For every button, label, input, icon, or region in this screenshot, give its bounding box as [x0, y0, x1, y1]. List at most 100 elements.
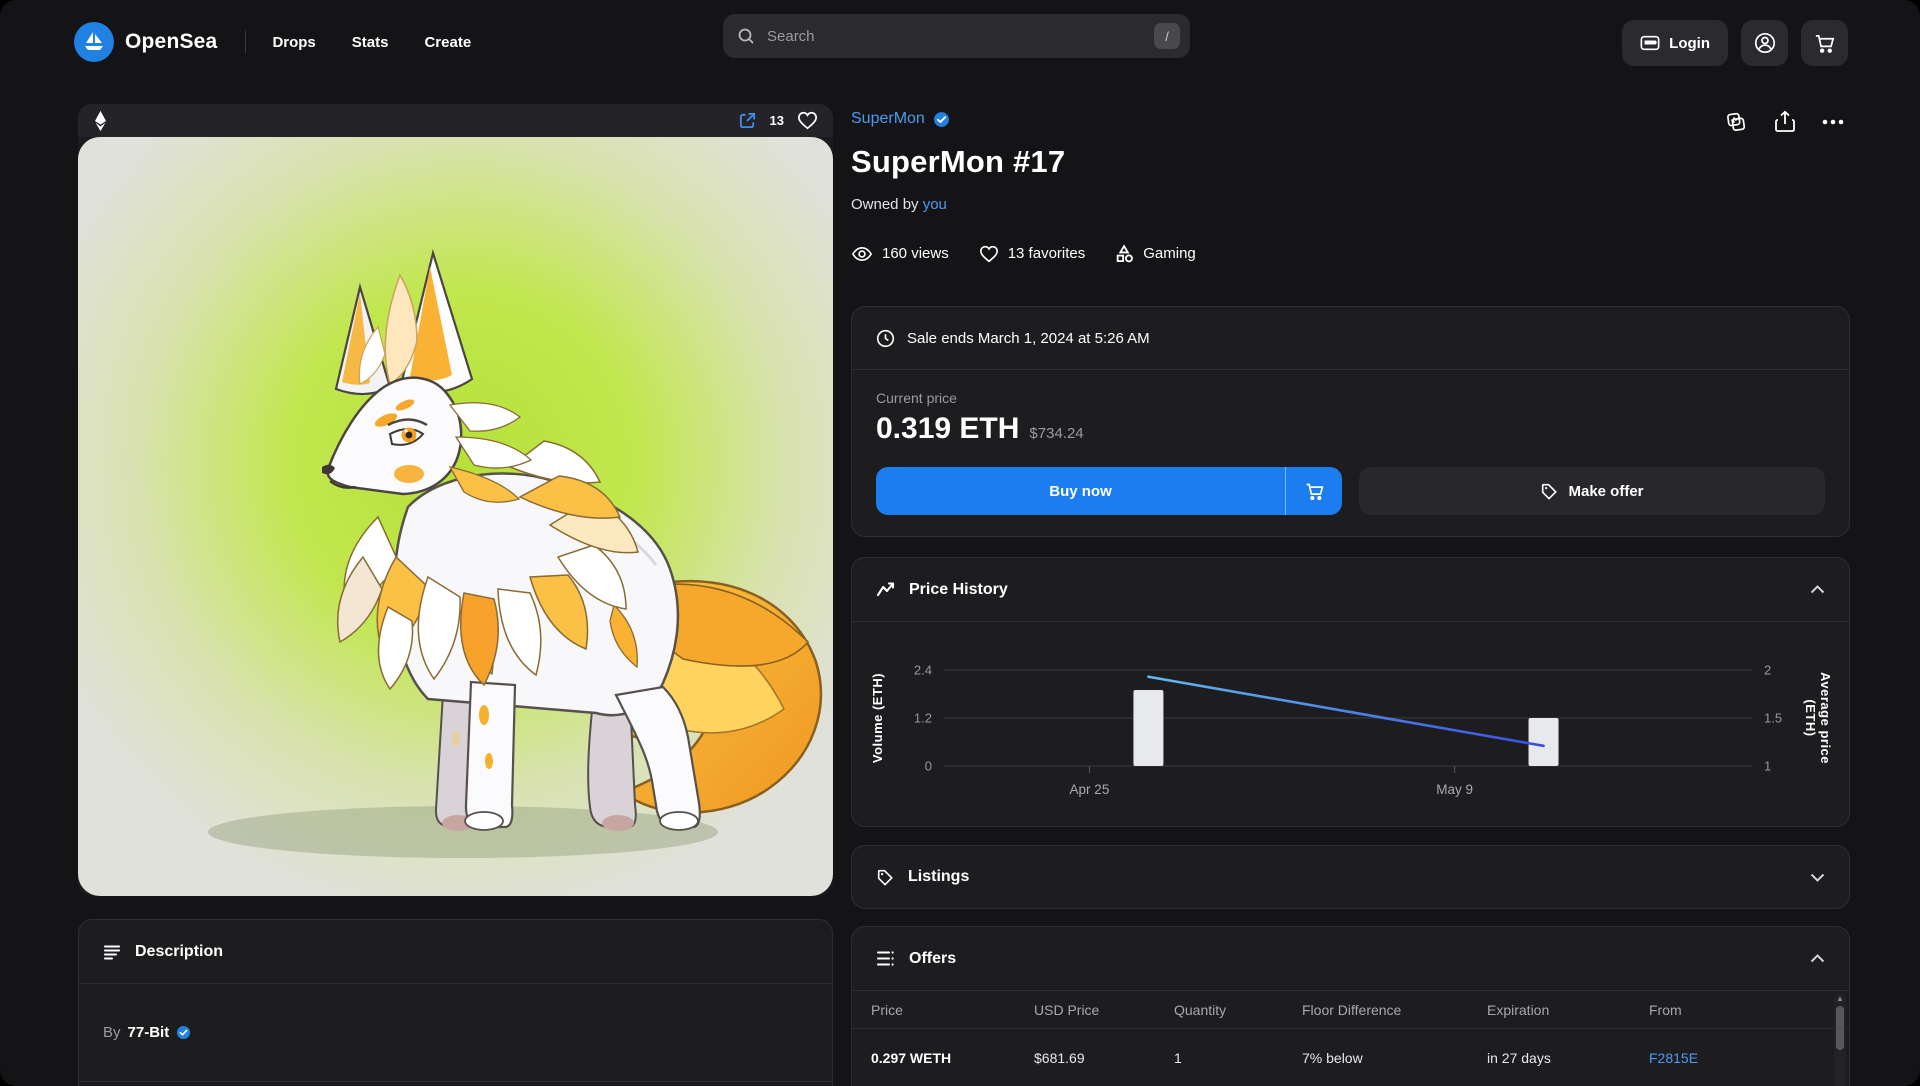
more-options-icon[interactable]: [1822, 119, 1844, 125]
brand-group[interactable]: OpenSea Drops Stats Create: [74, 22, 471, 62]
price-history-chart: 011.21.52.42Apr 25May 9Volume (ETH)Avera…: [852, 622, 1849, 827]
opensea-page: OpenSea Drops Stats Create / Login: [0, 0, 1920, 1086]
svg-text:1.5: 1.5: [1764, 711, 1782, 726]
cart-button[interactable]: [1801, 20, 1848, 66]
category-stat: Gaming: [1115, 244, 1196, 263]
category-label: Gaming: [1143, 245, 1196, 262]
collection-link[interactable]: SuperMon: [851, 110, 925, 128]
owned-by-prefix: Owned by: [851, 196, 919, 213]
col-from: From: [1649, 1002, 1829, 1018]
boat-icon: [81, 29, 107, 55]
svg-text:Apr 25: Apr 25: [1070, 782, 1110, 797]
price-eth: 0.319 ETH: [876, 412, 1019, 446]
favorites-stat[interactable]: 13 favorites: [979, 245, 1086, 263]
external-link-icon[interactable]: [738, 111, 757, 130]
description-body: By 77-Bit: [79, 984, 832, 1081]
item-actions: [1724, 110, 1844, 134]
offer-price: 0.297 WETH: [871, 1050, 1034, 1066]
eth-icon: [93, 110, 108, 132]
svg-text:May 9: May 9: [1436, 782, 1473, 797]
nav-item-stats[interactable]: Stats: [352, 34, 389, 51]
search-shortcut-badge: /: [1154, 23, 1180, 49]
verified-badge-icon: [933, 111, 950, 128]
collection-row: SuperMon: [851, 110, 950, 128]
views-label: 160 views: [882, 245, 949, 262]
share-icon[interactable]: [1774, 110, 1796, 134]
offers-header[interactable]: Offers: [852, 927, 1849, 990]
opensea-logo-icon[interactable]: [74, 22, 114, 62]
item-title: SuperMon #17: [851, 144, 1065, 180]
right-axis-label: Average price(ETH): [1803, 672, 1833, 764]
item-details-column: SuperMon: [851, 104, 1850, 1086]
by-prefix: By: [103, 1024, 121, 1041]
sale-ends-row: Sale ends March 1, 2024 at 5:26 AM: [852, 307, 1849, 369]
trend-icon: [876, 581, 895, 598]
clock-icon: [876, 329, 895, 348]
col-quantity: Quantity: [1174, 1002, 1302, 1018]
description-header[interactable]: Description: [79, 920, 832, 983]
chevron-down-icon[interactable]: [1810, 873, 1825, 882]
offer-expiration: in 27 days: [1487, 1050, 1649, 1066]
cart-icon: [1813, 32, 1836, 55]
account-button[interactable]: [1741, 20, 1788, 66]
search-input[interactable]: [765, 27, 1154, 46]
col-usd-price: USD Price: [1034, 1002, 1174, 1018]
nav-item-create[interactable]: Create: [424, 34, 471, 51]
svg-text:0: 0: [925, 759, 932, 774]
listings-panel: Listings: [851, 845, 1850, 909]
col-price: Price: [871, 1002, 1034, 1018]
brand-name: OpenSea: [125, 30, 217, 54]
buy-now-combo: Buy now: [876, 467, 1342, 515]
heart-icon[interactable]: [797, 111, 818, 130]
add-to-cart-button[interactable]: [1286, 467, 1342, 515]
offers-table-header: Price USD Price Quantity Floor Differenc…: [852, 991, 1849, 1028]
owner-link[interactable]: you: [923, 196, 947, 213]
col-expiration: Expiration: [1487, 1002, 1649, 1018]
tag-icon: [876, 868, 894, 886]
cart-icon: [1304, 481, 1325, 502]
buy-now-button[interactable]: Buy now: [876, 467, 1285, 515]
listings-header[interactable]: Listings: [852, 846, 1849, 908]
gaming-shapes-icon: [1115, 244, 1134, 263]
offers-scrollbar[interactable]: ▲: [1834, 993, 1846, 1086]
offer-from-link[interactable]: F2815E: [1649, 1050, 1829, 1066]
listings-title: Listings: [908, 868, 969, 886]
scroll-up-arrow-icon[interactable]: ▲: [1836, 993, 1844, 1005]
login-button[interactable]: Login: [1622, 20, 1728, 66]
make-offer-label: Make offer: [1568, 483, 1643, 500]
author-name[interactable]: 77-Bit: [128, 1024, 170, 1041]
chevron-up-icon[interactable]: [1810, 954, 1825, 963]
media-header: 13: [78, 104, 833, 137]
chevron-up-icon[interactable]: [1810, 585, 1825, 594]
deal-icon[interactable]: [1724, 110, 1748, 134]
make-offer-button[interactable]: Make offer: [1359, 467, 1825, 515]
eye-icon: [851, 246, 873, 262]
offers-panel: Offers Price USD Price Quantity Floor Di…: [851, 926, 1850, 1086]
login-label: Login: [1669, 35, 1710, 52]
favorites-label: 13 favorites: [1008, 245, 1086, 262]
current-price-label: Current price: [876, 390, 1825, 406]
offer-quantity: 1: [1174, 1050, 1302, 1066]
verified-badge-icon: [176, 1025, 191, 1040]
top-navbar: OpenSea Drops Stats Create / Login: [0, 0, 1920, 88]
heart-icon: [979, 245, 999, 263]
sale-ends-text: Sale ends March 1, 2024 at 5:26 AM: [907, 330, 1150, 347]
nav-menu: Drops Stats Create: [272, 34, 471, 51]
description-title: Description: [135, 943, 223, 961]
scrollbar-thumb[interactable]: [1836, 1006, 1844, 1050]
price-history-header[interactable]: Price History: [852, 558, 1849, 621]
offer-usd-price: $681.69: [1034, 1050, 1174, 1066]
svg-text:1: 1: [1764, 759, 1771, 774]
offer-floor-difference: 7% below: [1302, 1050, 1487, 1066]
owned-by-row: Owned by you: [851, 196, 947, 213]
nav-divider: [245, 31, 246, 53]
nft-media-card: 13: [78, 104, 833, 896]
price-history-panel: Price History 011.21.52.42Apr 25May 9Vol…: [851, 557, 1850, 827]
offer-row: 0.297 WETH $681.69 1 7% below in 27 days…: [852, 1029, 1849, 1086]
svg-text:1.2: 1.2: [914, 711, 932, 726]
search-bar[interactable]: /: [723, 14, 1190, 58]
search-icon: [737, 27, 755, 45]
nft-artwork[interactable]: [78, 137, 833, 896]
sale-panel: Sale ends March 1, 2024 at 5:26 AM Curre…: [851, 306, 1850, 537]
nav-item-drops[interactable]: Drops: [272, 34, 315, 51]
